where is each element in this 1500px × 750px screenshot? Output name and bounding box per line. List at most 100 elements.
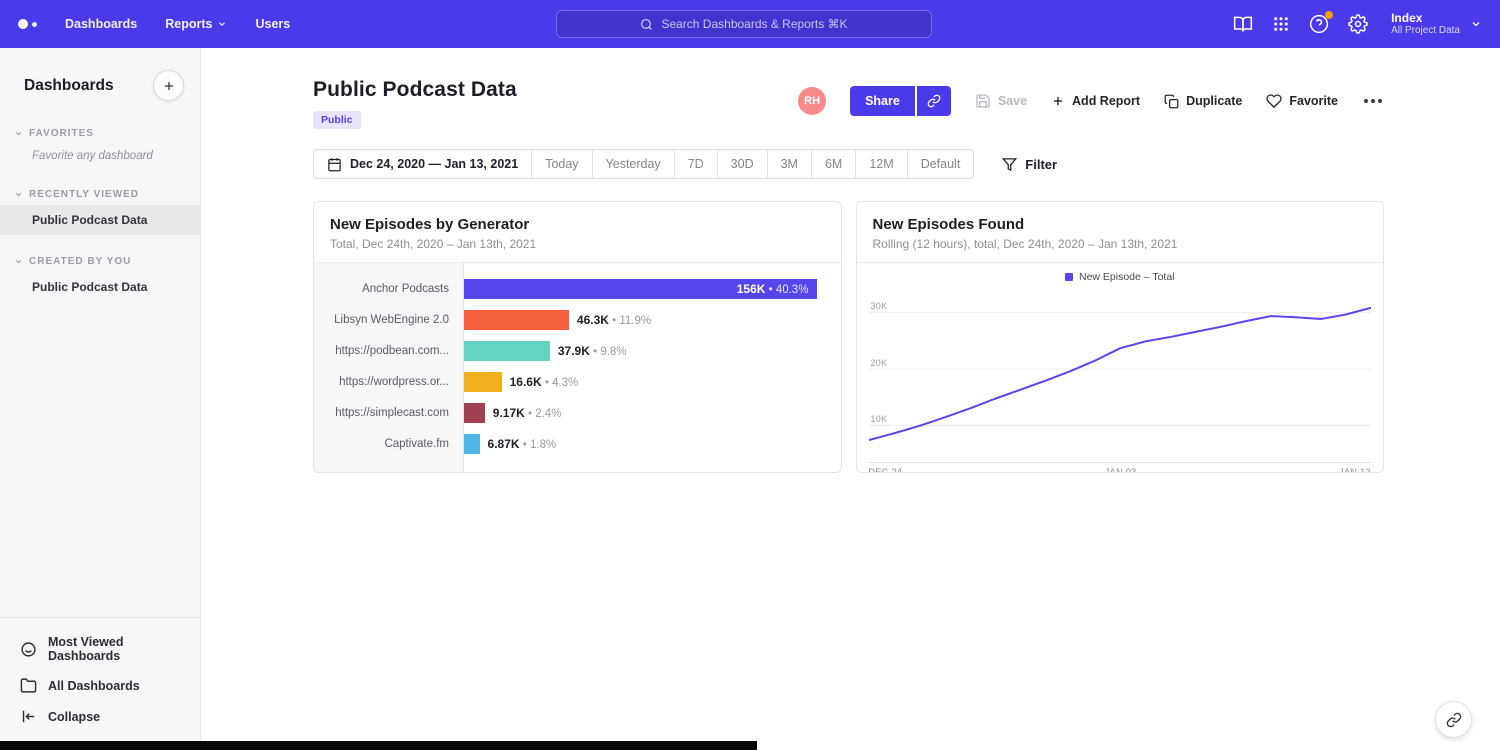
link-icon: [1446, 712, 1462, 728]
project-scope: All Project Data: [1391, 25, 1460, 37]
apps-grid-icon[interactable]: [1272, 15, 1290, 33]
heart-icon: [1266, 93, 1282, 109]
recent-label: RECENTLY VIEWED: [29, 189, 139, 200]
x-tick-jan-03: JAN 03: [1105, 467, 1137, 473]
legend-swatch: [1065, 273, 1073, 281]
folder-icon: [20, 677, 37, 694]
bar[interactable]: [464, 403, 485, 423]
nav-dashboards[interactable]: Dashboards: [65, 17, 137, 31]
bar-track: 37.9K • 9.8%: [463, 341, 827, 361]
save-label: Save: [998, 94, 1027, 108]
favorites-section-header[interactable]: FAVORITES: [0, 123, 200, 144]
bar-value-label: 6.87K • 1.8%: [488, 437, 557, 451]
nav-reports[interactable]: Reports: [165, 17, 227, 31]
sidebar-title: Dashboards: [24, 77, 114, 95]
created-label: CREATED BY YOU: [29, 256, 131, 267]
bar[interactable]: 156K • 40.3%: [464, 279, 817, 299]
share-button[interactable]: Share: [850, 86, 915, 116]
collapse-sidebar-button[interactable]: Collapse: [0, 701, 200, 732]
date-controls: Dec 24, 2020 — Jan 13, 2021 Today Yester…: [313, 149, 1384, 179]
primary-nav: Dashboards Reports Users: [65, 17, 290, 31]
notification-dot: [1325, 11, 1333, 19]
x-axis-labels: DEC 24 JAN 03 JAN 13: [869, 467, 1372, 473]
top-nav: Dashboards Reports Users Search Dashboar…: [0, 0, 1500, 48]
duplicate-button[interactable]: Duplicate: [1164, 94, 1242, 109]
date-range-button[interactable]: Dec 24, 2020 — Jan 13, 2021: [314, 150, 531, 178]
preset-6m[interactable]: 6M: [811, 150, 855, 178]
line-chart[interactable]: New Episode – Total 10K20K30K DEC 24 JAN…: [857, 263, 1384, 473]
help-icon[interactable]: [1309, 14, 1329, 34]
logo-dot-large: [18, 19, 28, 29]
share-button-group: Share: [850, 86, 951, 116]
preset-12m[interactable]: 12M: [855, 150, 906, 178]
bar[interactable]: [464, 372, 502, 392]
bar[interactable]: [464, 310, 569, 330]
share-link-button[interactable]: [917, 86, 951, 116]
preset-default[interactable]: Default: [907, 150, 974, 178]
bar-category-label: Anchor Podcasts: [314, 283, 463, 295]
y-axis-tick-label: 10K: [871, 414, 888, 424]
date-segmented-control: Dec 24, 2020 — Jan 13, 2021 Today Yester…: [313, 149, 974, 179]
app-window: Dashboards Reports Users Search Dashboar…: [0, 0, 1500, 750]
sidebar: Dashboards FAVORITES Favorite any dashbo…: [0, 48, 201, 750]
plus-icon: [162, 79, 176, 93]
line-chart-plot[interactable]: 10K20K30K: [869, 293, 1372, 463]
line-chart-title: New Episodes Found: [873, 216, 1368, 233]
settings-gear-icon[interactable]: [1348, 14, 1368, 34]
favorites-empty-hint: Favorite any dashboard: [0, 144, 200, 168]
preset-3m[interactable]: 3M: [767, 150, 811, 178]
preset-30d[interactable]: 30D: [717, 150, 767, 178]
bar-track: 16.6K • 4.3%: [463, 372, 827, 392]
nav-dashboards-label: Dashboards: [65, 17, 137, 31]
more-options-button[interactable]: [1362, 95, 1384, 107]
bar-track: 9.17K • 2.4%: [463, 403, 827, 423]
filter-label: Filter: [1025, 157, 1057, 172]
avatar[interactable]: RH: [798, 87, 826, 115]
all-dashboards-button[interactable]: All Dashboards: [0, 670, 200, 701]
bar-row: Anchor Podcasts156K • 40.3%: [314, 273, 827, 304]
favorite-label: Favorite: [1289, 94, 1338, 108]
mode-logo[interactable]: [18, 19, 37, 29]
header-actions: RH Share Save Ad: [798, 86, 1384, 116]
recent-section-header[interactable]: RECENTLY VIEWED: [0, 184, 200, 205]
bar-chart-title: New Episodes by Generator: [330, 216, 825, 233]
page-title: Public Podcast Data: [313, 78, 517, 102]
filter-funnel-icon: [1002, 157, 1017, 172]
add-report-label: Add Report: [1072, 94, 1140, 108]
line-chart-card: New Episodes Found Rolling (12 hours), t…: [856, 201, 1385, 473]
sidebar-item-public-podcast-data[interactable]: Public Podcast Data: [0, 205, 200, 235]
project-switcher[interactable]: Index All Project Data: [1391, 11, 1482, 37]
bar-chart-card: New Episodes by Generator Total, Dec 24t…: [313, 201, 842, 473]
screen-edge-artifact: [0, 741, 757, 750]
sidebar-section-created: CREATED BY YOU Public Podcast Data: [0, 251, 200, 302]
nav-users[interactable]: Users: [255, 17, 290, 31]
calendar-icon: [327, 157, 342, 172]
bar[interactable]: [464, 434, 480, 454]
bar-category-label: Captivate.fm: [314, 438, 463, 450]
x-tick-dec-24: DEC 24: [869, 467, 903, 473]
bar[interactable]: [464, 341, 550, 361]
page-header: Public Podcast Data Public RH Share: [313, 78, 1384, 129]
preset-7d[interactable]: 7D: [674, 150, 717, 178]
bar-value-label: 9.17K • 2.4%: [493, 406, 562, 420]
save-button[interactable]: Save: [975, 93, 1027, 109]
filter-button[interactable]: Filter: [1002, 157, 1057, 172]
chart-legend: New Episode – Total: [869, 269, 1372, 285]
preset-yesterday[interactable]: Yesterday: [592, 150, 674, 178]
link-icon: [927, 94, 941, 108]
favorite-button[interactable]: Favorite: [1266, 93, 1338, 109]
sidebar-item-public-podcast-data[interactable]: Public Podcast Data: [0, 272, 200, 302]
most-viewed-dashboards-button[interactable]: Most Viewed Dashboards: [0, 628, 200, 670]
preset-today[interactable]: Today: [531, 150, 591, 178]
floating-link-button[interactable]: [1435, 701, 1472, 738]
created-section-header[interactable]: CREATED BY YOU: [0, 251, 200, 272]
project-name: Index: [1391, 11, 1460, 25]
search-input[interactable]: Search Dashboards & Reports ⌘K: [556, 10, 932, 38]
add-dashboard-button[interactable]: [153, 70, 184, 101]
docs-icon[interactable]: [1233, 14, 1253, 34]
title-block: Public Podcast Data Public: [313, 78, 517, 129]
bar-row: Captivate.fm 6.87K • 1.8%: [314, 428, 827, 459]
add-report-button[interactable]: Add Report: [1051, 94, 1140, 108]
nav-users-label: Users: [255, 17, 290, 31]
bar-chart[interactable]: Anchor Podcasts156K • 40.3%Libsyn WebEng…: [314, 263, 841, 472]
